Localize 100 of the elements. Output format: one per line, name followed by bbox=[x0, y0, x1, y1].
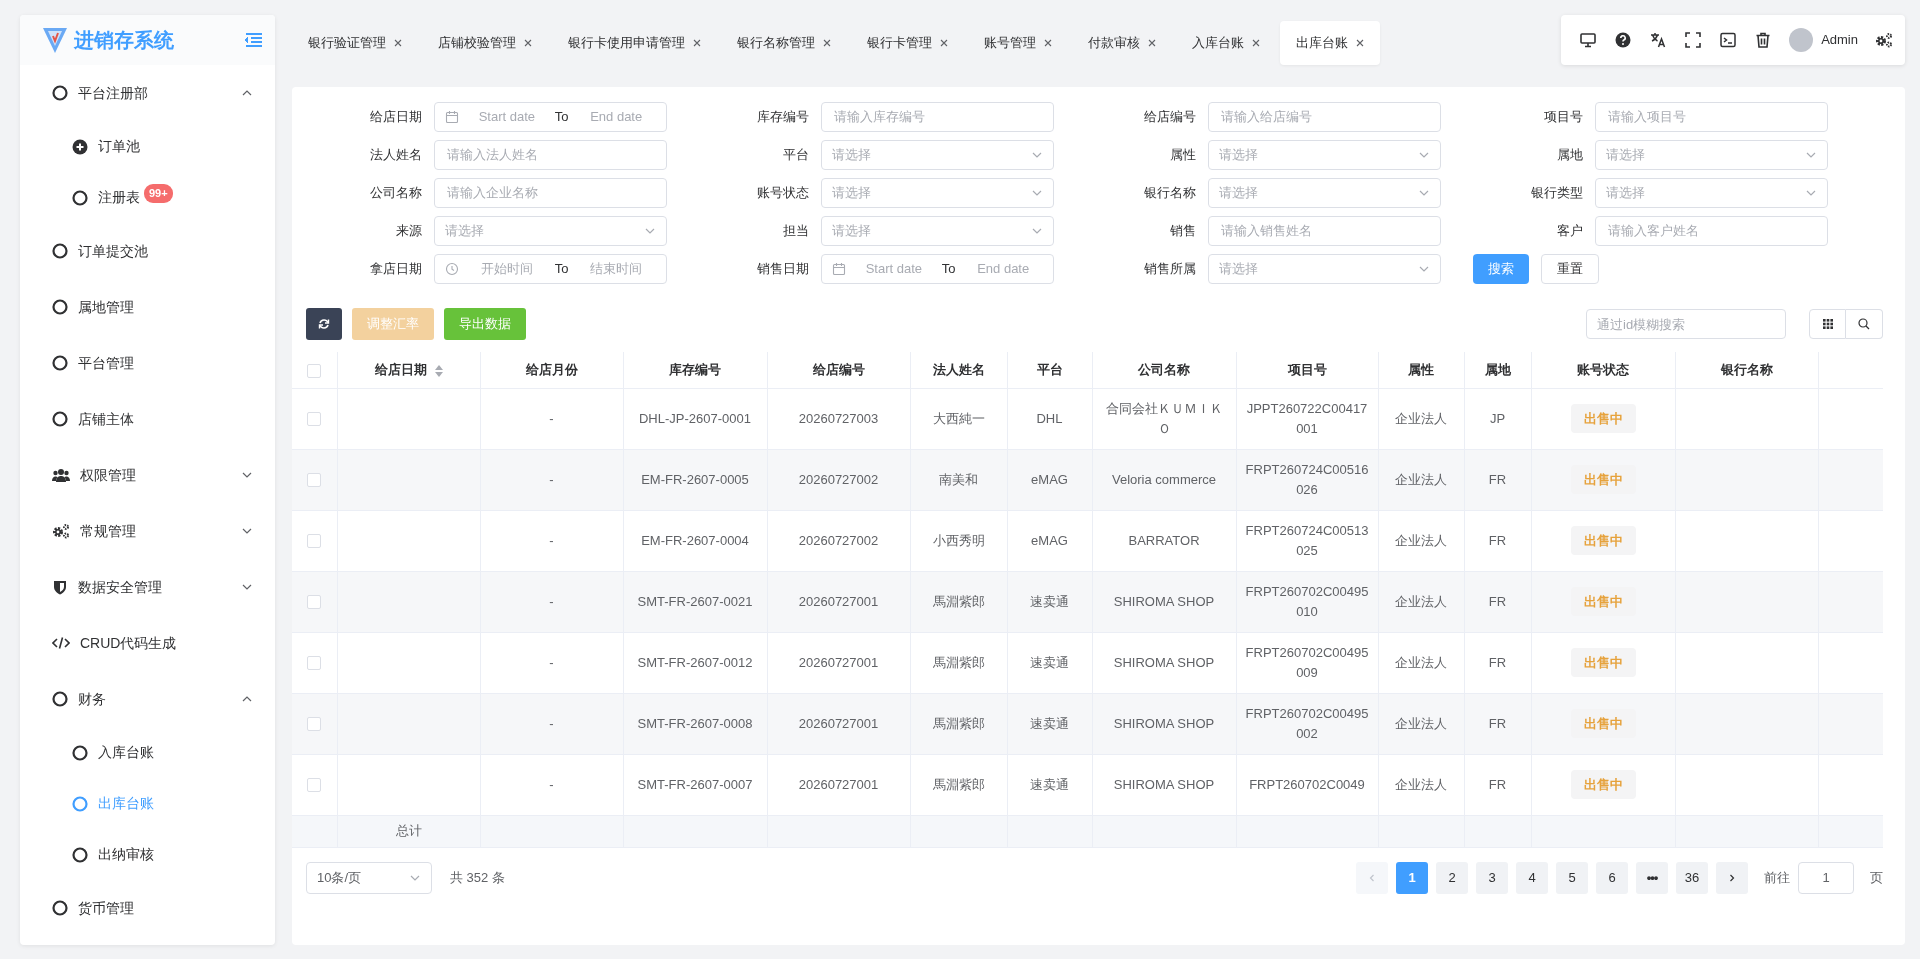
menu-item[interactable]: 属地管理 bbox=[20, 279, 275, 335]
checkbox[interactable] bbox=[307, 363, 322, 378]
tab[interactable]: 银行验证管理 bbox=[292, 21, 418, 65]
range-start: Start date bbox=[477, 108, 536, 127]
range-start: Start date bbox=[864, 260, 923, 279]
translate-icon[interactable] bbox=[1649, 31, 1668, 49]
user-name[interactable]: Admin bbox=[1821, 30, 1858, 50]
close-icon[interactable] bbox=[823, 38, 831, 47]
text-field[interactable]: 请输入销售姓名 bbox=[1208, 216, 1441, 246]
terminal-icon[interactable] bbox=[1719, 31, 1738, 49]
checkbox[interactable] bbox=[307, 473, 322, 488]
text-field[interactable]: 请输入法人姓名 bbox=[434, 140, 667, 170]
grid-view-button[interactable] bbox=[1809, 309, 1846, 339]
close-icon[interactable] bbox=[1252, 38, 1260, 47]
table-cell: BARRATOR bbox=[1128, 532, 1200, 548]
column-header: 属地 bbox=[1464, 352, 1531, 388]
menu-item[interactable]: 订单提交池 bbox=[20, 223, 275, 279]
checkbox[interactable] bbox=[307, 717, 322, 732]
table-cell: 合同会社ＫＵＭＩＫＯ bbox=[1105, 401, 1223, 436]
checkbox[interactable] bbox=[307, 656, 322, 671]
menu-item[interactable]: 常规管理 bbox=[20, 503, 275, 559]
table-cell: 20260727003 bbox=[798, 410, 879, 426]
input-field[interactable]: 请输入给店编号 bbox=[1219, 106, 1430, 128]
collapse-menu-icon[interactable] bbox=[243, 32, 263, 48]
input-field[interactable]: 请输入客户姓名 bbox=[1606, 220, 1817, 242]
close-icon[interactable] bbox=[1356, 38, 1364, 47]
menu-item[interactable]: 数据安全管理 bbox=[20, 559, 275, 615]
checkbox[interactable] bbox=[307, 595, 322, 610]
table-cell: - bbox=[549, 715, 554, 731]
close-icon[interactable] bbox=[1148, 38, 1156, 47]
circle-icon bbox=[52, 355, 68, 371]
menu-item[interactable]: 入库台账 bbox=[20, 727, 275, 778]
trash-icon[interactable] bbox=[1754, 31, 1773, 49]
help-icon[interactable] bbox=[1614, 31, 1633, 49]
page-button[interactable]: 2 bbox=[1436, 861, 1468, 894]
menu-item[interactable]: 平台注册部 bbox=[20, 65, 275, 121]
input-field[interactable]: 请输入项目号 bbox=[1606, 106, 1817, 128]
menu-item[interactable]: 店铺主体 bbox=[20, 391, 275, 447]
text-field[interactable]: 请输入库存编号 bbox=[821, 102, 1054, 132]
tab[interactable]: 账号管理 bbox=[968, 21, 1068, 65]
tab[interactable]: 入库台账 bbox=[1176, 21, 1276, 65]
menu-item[interactable]: CRUD代码生成 bbox=[20, 615, 275, 671]
input-field[interactable]: 请输入企业名称 bbox=[445, 182, 656, 204]
monitor-icon[interactable] bbox=[1579, 31, 1598, 49]
tab[interactable]: 银行卡使用申请管理 bbox=[552, 21, 717, 65]
page-size-select[interactable]: 10条/页 bbox=[306, 861, 432, 894]
date-range-field[interactable]: Start date To End date bbox=[821, 254, 1054, 284]
tab[interactable]: 出库台账 bbox=[1280, 21, 1380, 65]
menu-item[interactable]: 注册表 99+ bbox=[20, 172, 275, 223]
page-button[interactable]: 4 bbox=[1516, 861, 1548, 894]
text-field[interactable]: 请输入给店编号 bbox=[1208, 102, 1441, 132]
date-range-field[interactable]: Start date To End date bbox=[434, 102, 667, 132]
tab[interactable]: 银行名称管理 bbox=[721, 21, 847, 65]
page-button[interactable]: 6 bbox=[1596, 861, 1628, 894]
table-cell: 馬淵紫郎 bbox=[932, 715, 985, 731]
field-label: 销售 bbox=[1169, 222, 1196, 241]
settings-icon[interactable] bbox=[1875, 32, 1893, 48]
menu-item[interactable]: 出纳审核 bbox=[20, 829, 275, 880]
checkbox[interactable] bbox=[307, 778, 322, 793]
menu-item[interactable]: 订单池 bbox=[20, 121, 275, 172]
date-range-field[interactable]: 开始时间 To 结束时间 bbox=[434, 254, 667, 284]
close-icon[interactable] bbox=[940, 38, 948, 47]
tab[interactable]: 银行卡管理 bbox=[851, 21, 964, 65]
page-number-field[interactable]: 1 bbox=[1798, 861, 1854, 894]
table-cell: SHIROMA SHOP bbox=[1113, 654, 1215, 670]
status-tag: 出售中 bbox=[1570, 464, 1636, 495]
field-label: 库存编号 bbox=[756, 108, 809, 127]
reset-button[interactable]: 重置 bbox=[1541, 254, 1599, 284]
input-field[interactable]: 请输入法人姓名 bbox=[445, 144, 656, 166]
search-field[interactable]: 通过id模糊搜索 bbox=[1586, 309, 1786, 339]
checkbox[interactable] bbox=[307, 534, 322, 549]
menu-item[interactable]: 平台管理 bbox=[20, 335, 275, 391]
page-button[interactable]: 36 bbox=[1676, 861, 1708, 894]
close-icon[interactable] bbox=[693, 38, 701, 47]
page-button[interactable]: 3 bbox=[1476, 861, 1508, 894]
refresh-icon bbox=[318, 318, 330, 330]
text-field[interactable]: 请输入项目号 bbox=[1595, 102, 1828, 132]
menu-item[interactable]: 财务 bbox=[20, 671, 275, 727]
refresh-button[interactable] bbox=[306, 308, 342, 340]
fullscreen-icon[interactable] bbox=[1684, 31, 1703, 49]
range-separator: To bbox=[941, 260, 956, 279]
page-button[interactable]: 5 bbox=[1556, 861, 1588, 894]
close-icon[interactable] bbox=[394, 38, 402, 47]
input-field[interactable]: 请输入库存编号 bbox=[832, 106, 1043, 128]
input-field[interactable]: 请输入销售姓名 bbox=[1219, 220, 1430, 242]
tab[interactable]: 付款审核 bbox=[1072, 21, 1172, 65]
tab[interactable]: 店铺校验管理 bbox=[422, 21, 548, 65]
text-field[interactable]: 请输入客户姓名 bbox=[1595, 216, 1828, 246]
menu-item[interactable]: 权限管理 bbox=[20, 447, 275, 503]
checkbox[interactable] bbox=[307, 412, 322, 427]
field-label: 公司名称 bbox=[369, 184, 422, 203]
page-button[interactable]: ••• bbox=[1636, 861, 1668, 894]
close-icon[interactable] bbox=[1044, 38, 1052, 47]
search-button[interactable] bbox=[1846, 309, 1883, 339]
close-icon[interactable] bbox=[524, 38, 532, 47]
column-header[interactable]: 给店日期 bbox=[337, 352, 480, 388]
count-badge: 99+ bbox=[144, 184, 173, 203]
menu-item[interactable]: 货币管理 bbox=[20, 880, 275, 936]
chevron-right-icon bbox=[1727, 872, 1737, 883]
text-field[interactable]: 请输入企业名称 bbox=[434, 178, 667, 208]
